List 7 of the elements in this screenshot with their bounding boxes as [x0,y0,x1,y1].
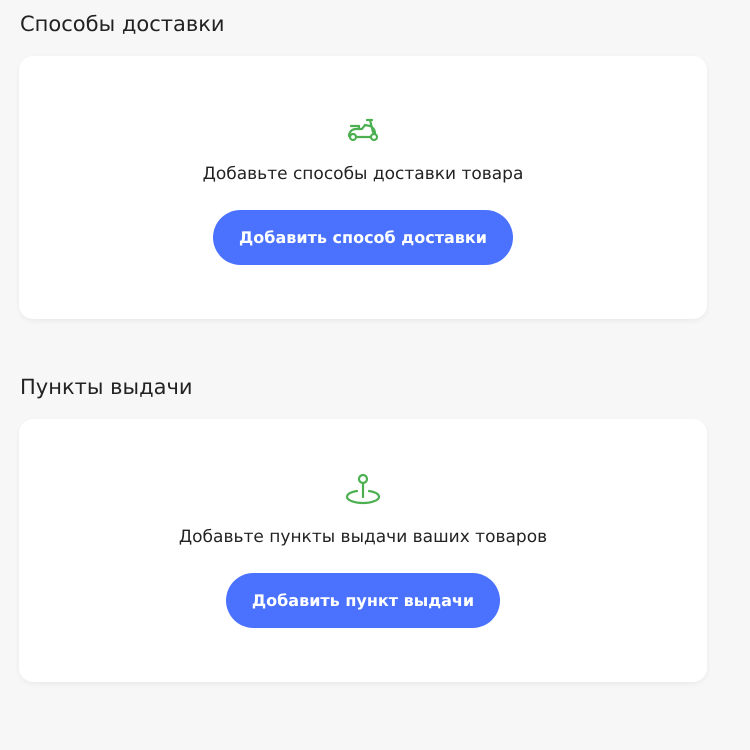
section-title: Пункты выдачи [20,374,194,401]
add-button[interactable]: Добавить способ доставки [213,210,513,265]
section-title: Способы доставки [20,11,226,38]
add-button[interactable]: Добавить пункт выдачи [226,573,500,628]
pin-icon [343,473,383,507]
empty-message: Добавьте пункты выдачи ваших товаров [178,527,548,547]
empty-message: Добавьте способы доставки товара [202,164,524,184]
